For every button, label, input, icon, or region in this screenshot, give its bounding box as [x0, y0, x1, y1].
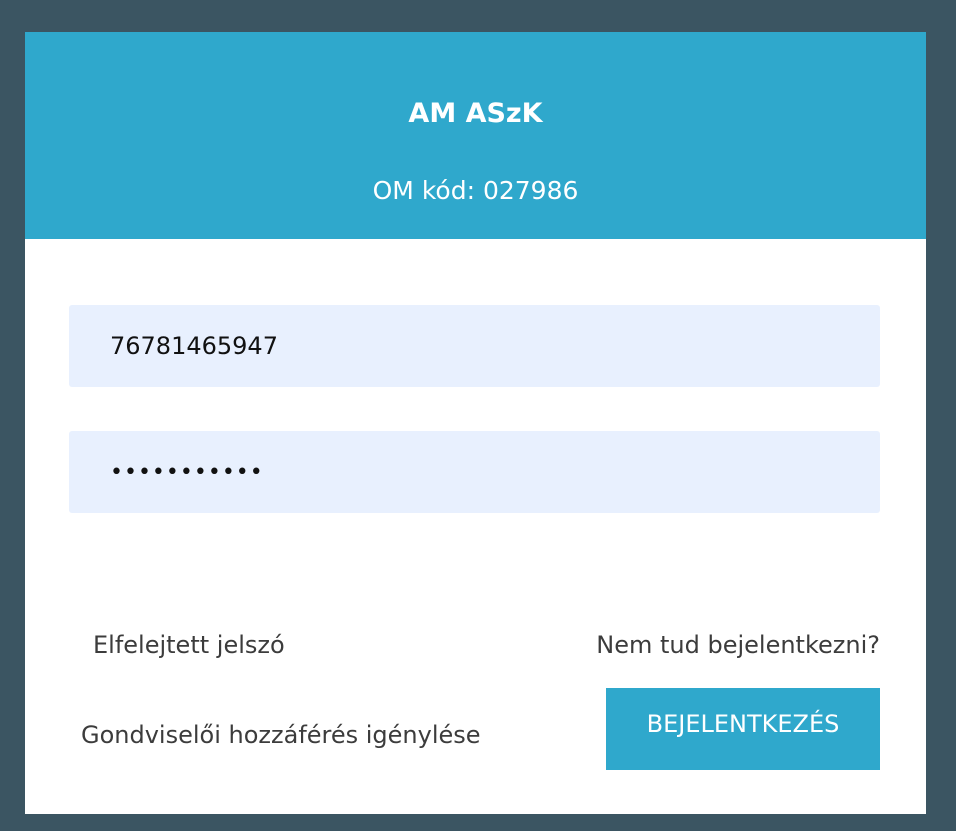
login-card: AM ASzK OM kód: 027986 Elfelejtett jelsz… [25, 32, 926, 814]
forgot-password-link[interactable]: Elfelejtett jelszó [93, 630, 285, 660]
school-name: AM ASzK [408, 98, 543, 129]
login-header: AM ASzK OM kód: 027986 [25, 32, 926, 239]
login-button[interactable]: BEJELENTKEZÉS [606, 688, 880, 770]
password-input[interactable] [69, 431, 880, 513]
username-input[interactable] [69, 305, 880, 387]
cannot-login-link[interactable]: Nem tud bejelentkezni? [596, 630, 880, 660]
guardian-access-link[interactable]: Gondviselői hozzáférés igénylése [81, 720, 481, 750]
om-code: OM kód: 027986 [372, 176, 579, 205]
